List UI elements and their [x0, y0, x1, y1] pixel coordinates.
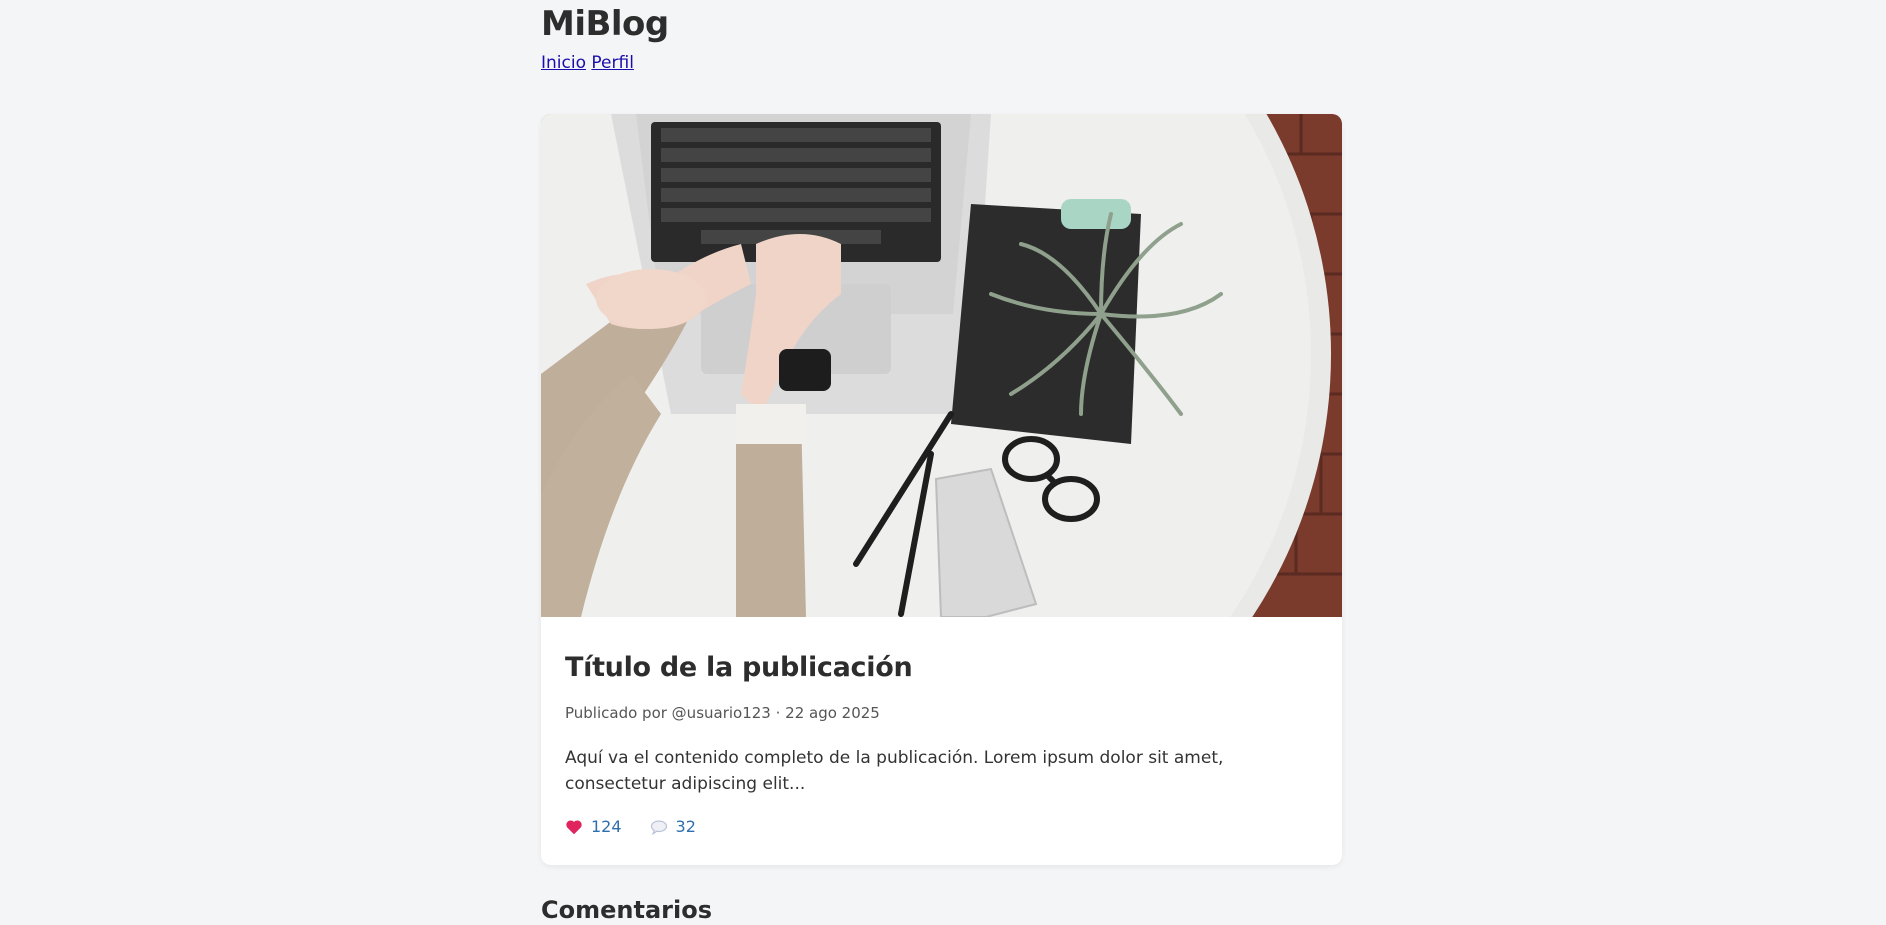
nav-link-inicio[interactable]: Inicio	[541, 53, 586, 73]
like-count: 124	[591, 817, 622, 836]
post-body: Título de la publicación Publicado por @…	[541, 651, 1342, 836]
header: MiBlog Inicio Perfil	[541, 0, 1342, 74]
post-image	[541, 114, 1342, 617]
nav-link-perfil[interactable]: Perfil	[591, 53, 634, 73]
main-nav: Inicio Perfil	[541, 52, 1342, 74]
heart-icon	[566, 819, 582, 834]
post-content: Aquí va el contenido completo de la publ…	[565, 748, 1224, 794]
post-actions: 124 32	[565, 817, 1318, 836]
post-card: Título de la publicación Publicado por @…	[541, 114, 1342, 865]
post-meta: Publicado por @usuario123 · 22 ago 2025	[565, 704, 880, 722]
comment-button[interactable]: 32	[650, 817, 696, 836]
comment-count: 32	[675, 817, 696, 836]
comments-heading: Comentarios	[541, 896, 712, 924]
post-title: Título de la publicación	[565, 652, 913, 683]
like-button[interactable]: 124	[565, 817, 622, 836]
speech-bubble-icon	[650, 819, 667, 835]
brand-title: MiBlog	[541, 4, 669, 44]
